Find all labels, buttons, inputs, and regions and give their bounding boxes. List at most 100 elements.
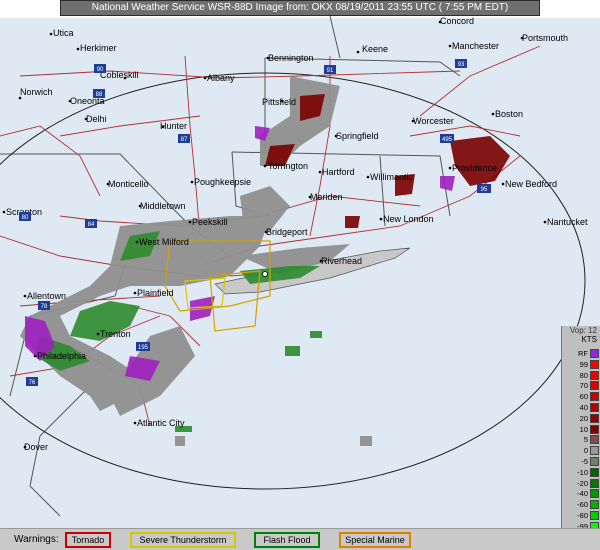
city-label: Hunter	[160, 121, 187, 131]
city-label: Bridgeport	[266, 227, 308, 237]
legend-row: 60	[562, 391, 600, 402]
echo-gray-cell1	[360, 436, 372, 446]
legend-row: 80	[562, 370, 600, 381]
legend-color-swatch	[590, 511, 599, 520]
city-label: Plainfield	[137, 288, 174, 298]
legend-color-swatch	[590, 392, 599, 402]
radar-site-icon	[262, 271, 268, 277]
city-label: Poughkeepsie	[194, 177, 251, 187]
city-label: Riverhead	[321, 256, 362, 266]
city-label: New London	[383, 214, 434, 224]
shield-label: 80	[22, 215, 29, 221]
legend-color-swatch	[590, 435, 599, 445]
legend-value-label: 10	[579, 424, 588, 434]
city-label: Dover	[24, 442, 48, 452]
shield-label: 76	[29, 380, 36, 386]
echo-gray-cell2	[175, 436, 185, 446]
legend-color-swatch	[590, 403, 599, 412]
vt-nh-border	[329, 16, 341, 59]
legend-color-swatch	[590, 370, 599, 380]
legend-row: 20	[562, 413, 600, 424]
legend-color-swatch	[590, 500, 599, 510]
shield-label: 93	[458, 62, 465, 68]
legend-value-label: 20	[579, 413, 588, 423]
legend-value-label: -10	[577, 467, 588, 477]
legend-value-label: -40	[577, 489, 588, 499]
legend-row: 0	[562, 445, 600, 456]
legend-value-label: -20	[577, 478, 588, 488]
shield-label: 495	[442, 137, 453, 143]
legend-color-swatch	[590, 413, 599, 423]
city-label: Middletown	[140, 201, 186, 211]
legend-row: 99	[562, 359, 600, 370]
legend-row: -10	[562, 467, 600, 478]
city-label: Allentown	[27, 291, 66, 301]
special-marine-warning-key[interactable]: Special Marine	[339, 532, 411, 548]
legend-row: 5	[562, 434, 600, 445]
city-label: Nantucket	[547, 217, 588, 227]
shield-label: 84	[88, 222, 95, 228]
legend-value-label: -80	[577, 511, 588, 520]
legend-value-label: 60	[579, 392, 588, 402]
shield-label: 78	[41, 304, 48, 310]
warnings-label: Warnings:	[14, 534, 59, 545]
legend-value-label: 40	[579, 403, 588, 412]
shield-label: 95	[481, 187, 488, 193]
city-label: Willimantic	[370, 172, 414, 182]
legend-row: -20	[562, 478, 600, 489]
legend-value-label: 70	[579, 381, 588, 391]
warnings-bar: Warnings: Tornado Severe Thunderstorm Fl…	[0, 528, 600, 550]
city-label: Philadelphia	[37, 351, 86, 361]
radar-map: Utica Herkimer Bennington Keene Concord …	[0, 16, 588, 517]
city-label: Manchester	[452, 41, 499, 51]
city-label: Pittsfield	[262, 97, 296, 107]
tornado-warning-key[interactable]: Tornado	[65, 532, 111, 548]
city-label: Atlantic City	[137, 418, 185, 428]
echo-green-5	[285, 346, 300, 356]
city-label: Hartford	[322, 167, 355, 177]
city-label: Utica	[53, 28, 74, 38]
legend-value-label: -5	[581, 457, 588, 466]
legend-header: Vop: 12 KTS	[562, 326, 600, 348]
legend-color-swatch	[590, 478, 599, 488]
legend-value-label: RF	[578, 349, 588, 358]
legend-color-swatch	[590, 424, 599, 434]
velocity-legend: Vop: 12 KTS RF 99 80 70 60 40 20 10 5 0 -5 -10 -20 -4…	[561, 326, 600, 544]
legend-row: RF	[562, 348, 600, 359]
shield-label: 90	[97, 67, 104, 73]
road-i90	[19, 70, 461, 79]
city-label: Portsmouth	[522, 33, 568, 43]
legend-value-label: 5	[583, 435, 588, 445]
echo-magenta-4	[440, 176, 455, 191]
legend-row: -40	[562, 488, 600, 499]
city-label: New Bedford	[505, 179, 557, 189]
city-label: Worcester	[413, 116, 454, 126]
legend-value-label: 80	[579, 370, 588, 380]
road-i495	[409, 125, 521, 137]
legend-value-label: 99	[579, 359, 588, 369]
legend-row: -60	[562, 499, 600, 510]
shield-label: 91	[327, 68, 334, 74]
severe-thunderstorm-warning-key[interactable]: Severe Thunderstorm	[130, 532, 236, 548]
city-label: Monticello	[108, 179, 149, 189]
flash-flood-warning-key[interactable]: Flash Flood	[254, 532, 320, 548]
legend-vop: Vop: 12	[569, 326, 597, 335]
city-label: Meriden	[310, 192, 343, 202]
legend-color-swatch	[590, 381, 599, 391]
legend-unit: KTS	[581, 335, 597, 344]
road-i81	[0, 125, 101, 197]
legend-color-swatch	[590, 489, 599, 499]
radar-page: National Weather Service WSR-88D Image f…	[0, 0, 600, 550]
legend-value-label: 0	[583, 446, 588, 456]
road-i87	[184, 55, 201, 237]
legend-color-swatch	[590, 349, 599, 358]
legend-color-swatch	[590, 457, 599, 466]
city-label: Herkimer	[80, 43, 117, 53]
city-label: Providence	[452, 163, 497, 173]
shield-label: 195	[138, 345, 149, 351]
legend-color-swatch	[590, 467, 599, 477]
city-label: Delhi	[86, 114, 107, 124]
city-label: Boston	[495, 109, 523, 119]
echo-darkred-5	[345, 216, 360, 228]
city-label: Keene	[362, 44, 388, 54]
